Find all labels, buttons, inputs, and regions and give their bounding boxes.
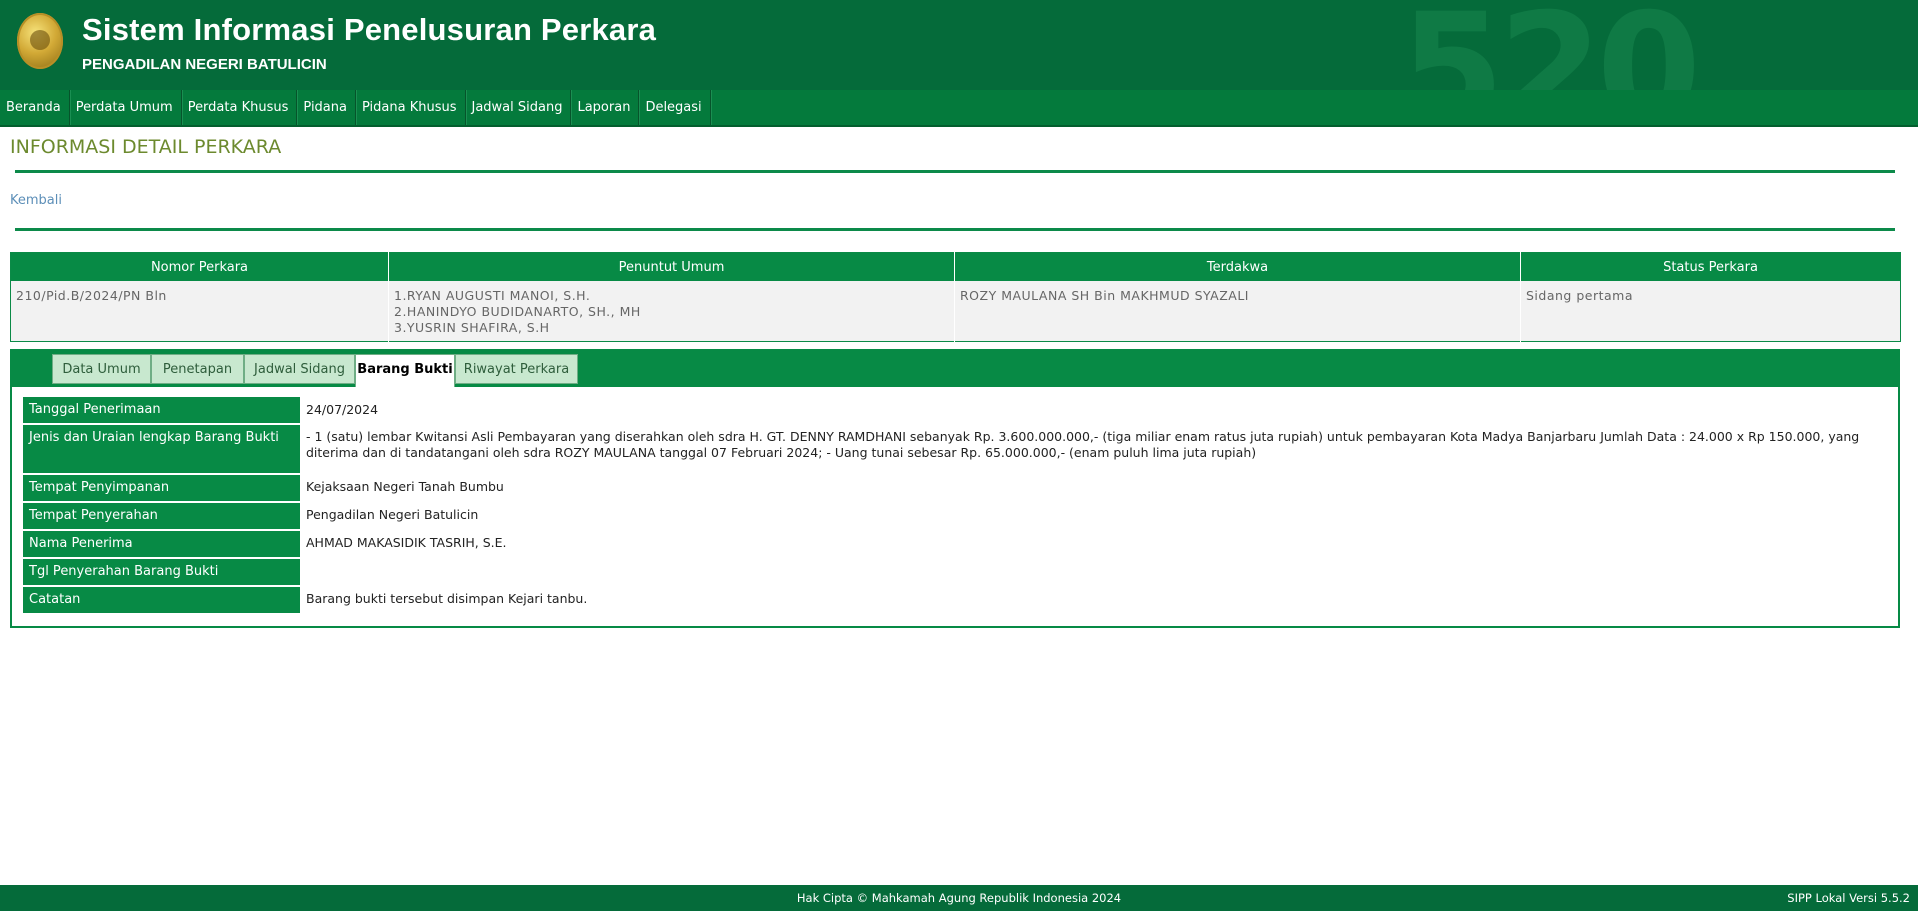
label-catatan: Catatan [23, 586, 300, 615]
column-header-status-perkara: Status Perkara [1520, 252, 1901, 281]
tab-penetapan[interactable]: Penetapan [151, 354, 244, 384]
detail-row: Tempat Penyimpanan Kejaksaan Negeri Tana… [23, 474, 1885, 503]
nav-item-jadwal-sidang[interactable]: Jadwal Sidang [466, 90, 572, 125]
tab-data-umum[interactable]: Data Umum [52, 354, 151, 384]
value-tanggal-penerimaan: 24/07/2024 [306, 402, 379, 417]
penuntut-umum-item: 3.YUSRIN SHAFIRA, S.H [394, 320, 550, 335]
back-link[interactable]: Kembali [10, 193, 62, 208]
nav-item-delegasi[interactable]: Delegasi [639, 90, 711, 125]
value-tgl-penyerahan [300, 558, 1885, 586]
column-header-terdakwa: Terdakwa [954, 252, 1521, 281]
nav-item-pidana[interactable]: Pidana [297, 90, 356, 125]
case-summary-table: Nomor Perkara Penuntut Umum Terdakwa Sta… [10, 252, 1901, 342]
divider-top [15, 170, 1895, 173]
nav-item-beranda[interactable]: Beranda [0, 90, 70, 125]
nomor-perkara-cell: 210/Pid.B/2024/PN Bln [10, 281, 389, 342]
penuntut-umum-item: 2.HANINDYO BUDIDANARTO, SH., MH [394, 304, 641, 319]
detail-row: Tempat Penyerahan Pengadilan Negeri Batu… [23, 502, 1885, 531]
label-tanggal-penerimaan: Tanggal Penerimaan [23, 397, 300, 425]
barang-bukti-table: Tanggal Penerimaan 24/07/2024 Jenis dan … [23, 397, 1885, 615]
detail-row: Nama Penerima AHMAD MAKASIDIK TASRIH, S.… [23, 530, 1885, 559]
footer-copyright: Hak Cipta © Mahkamah Agung Republik Indo… [796, 891, 1122, 905]
penuntut-umum-item: 1.RYAN AUGUSTI MANOI, S.H. [394, 288, 591, 303]
tab-jadwal-sidang[interactable]: Jadwal Sidang [244, 354, 355, 384]
label-nama-penerima: Nama Penerima [23, 530, 300, 559]
tab-bar: Data Umum Penetapan Jadwal Sidang Barang… [12, 351, 1898, 387]
site-subtitle: PENGADILAN NEGERI BATULICIN [82, 56, 327, 73]
mahkamah-agung-logo-icon [17, 13, 63, 69]
value-nama-penerima: AHMAD MAKASIDIK TASRIH, S.E. [306, 535, 507, 550]
value-tempat-penyerahan: Pengadilan Negeri Batulicin [306, 507, 479, 522]
case-summary-row: 210/Pid.B/2024/PN Bln 1.RYAN AUGUSTI MAN… [10, 281, 1901, 342]
label-tempat-penyimpanan: Tempat Penyimpanan [23, 474, 300, 503]
value-tempat-penyimpanan: Kejaksaan Negeri Tanah Bumbu [306, 479, 504, 494]
site-header: 520 Sistem Informasi Penelusuran Perkara… [0, 0, 1918, 90]
detail-row: Jenis dan Uraian lengkap Barang Bukti - … [23, 424, 1885, 475]
divider-bottom [15, 228, 1895, 231]
main-nav: Beranda Perdata Umum Perdata Khusus Pida… [0, 90, 1918, 127]
nav-item-laporan[interactable]: Laporan [571, 90, 640, 125]
column-header-nomor-perkara: Nomor Perkara [10, 252, 389, 281]
detail-row: Tanggal Penerimaan 24/07/2024 [23, 397, 1885, 425]
header-watermark: 520 [1400, 0, 1701, 90]
tab-riwayat-perkara[interactable]: Riwayat Perkara [455, 354, 578, 384]
nav-item-perdata-khusus[interactable]: Perdata Khusus [182, 90, 298, 125]
detail-row: Catatan Barang bukti tersebut disimpan K… [23, 586, 1885, 615]
page-title: INFORMASI DETAIL PERKARA [10, 136, 282, 158]
value-catatan: Barang bukti tersebut disimpan Kejari ta… [306, 591, 588, 606]
penuntut-umum-cell: 1.RYAN AUGUSTI MANOI, S.H. 2.HANINDYO BU… [388, 281, 955, 342]
label-tempat-penyerahan: Tempat Penyerahan [23, 502, 300, 531]
label-tgl-penyerahan: Tgl Penyerahan Barang Bukti [23, 558, 300, 587]
detail-row: Tgl Penyerahan Barang Bukti [23, 558, 1885, 587]
case-detail-tab-panel: Data Umum Penetapan Jadwal Sidang Barang… [10, 349, 1900, 628]
value-jenis-uraian-barang-bukti: - 1 (satu) lembar Kwitansi Asli Pembayar… [306, 429, 1860, 460]
site-title: Sistem Informasi Penelusuran Perkara [82, 12, 657, 47]
footer-version: SIPP Lokal Versi 5.5.2 [1787, 891, 1910, 905]
case-summary-header-row: Nomor Perkara Penuntut Umum Terdakwa Sta… [10, 252, 1901, 281]
status-perkara-cell: Sidang pertama [1520, 281, 1901, 342]
nav-item-pidana-khusus[interactable]: Pidana Khusus [356, 90, 466, 125]
site-footer: Hak Cipta © Mahkamah Agung Republik Indo… [0, 885, 1918, 911]
label-jenis-uraian-barang-bukti: Jenis dan Uraian lengkap Barang Bukti [23, 424, 300, 475]
tab-barang-bukti[interactable]: Barang Bukti [355, 354, 455, 387]
column-header-penuntut-umum: Penuntut Umum [388, 252, 955, 281]
terdakwa-cell: ROZY MAULANA SH Bin MAKHMUD SYAZALI [954, 281, 1521, 342]
nav-item-perdata-umum[interactable]: Perdata Umum [70, 90, 182, 125]
